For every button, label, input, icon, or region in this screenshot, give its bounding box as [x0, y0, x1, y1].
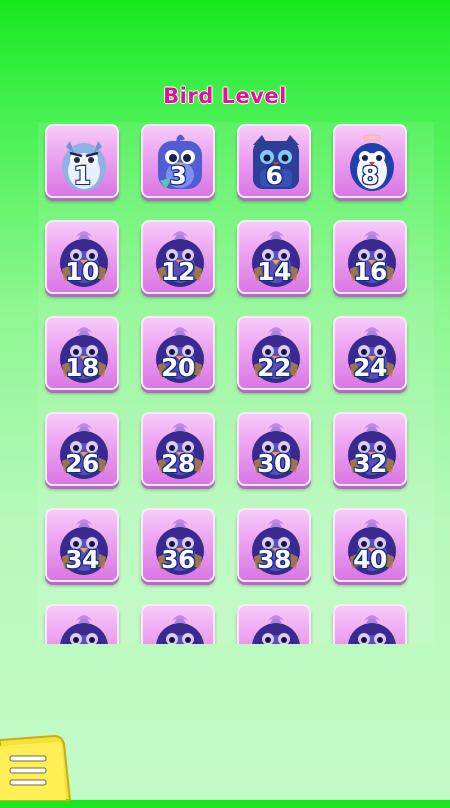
level-number: 14	[257, 257, 291, 286]
level-number: 8	[361, 161, 379, 190]
menu-button[interactable]	[0, 734, 74, 804]
level-tile[interactable]: 30	[237, 412, 311, 486]
level-tile[interactable]: 38	[237, 508, 311, 582]
level-tile[interactable]	[333, 604, 407, 644]
level-tile[interactable]: 22	[237, 316, 311, 390]
level-tile[interactable]: 32	[333, 412, 407, 486]
level-tile[interactable]: 3	[141, 124, 215, 198]
level-number: 3	[169, 161, 187, 190]
level-number: 26	[65, 449, 99, 478]
level-tile[interactable]	[45, 604, 119, 644]
level-tile[interactable]: 34	[45, 508, 119, 582]
level-tile[interactable]	[237, 604, 311, 644]
level-grid-panel[interactable]: 1 3 6 8 10 12 14 16 18 20 22 24 26 28 30…	[38, 122, 434, 644]
level-number: 22	[257, 353, 291, 382]
level-number: 36	[161, 545, 195, 574]
level-number: 32	[353, 449, 387, 478]
level-number: 40	[353, 545, 387, 574]
level-number: 10	[65, 257, 99, 286]
level-tile[interactable]: 18	[45, 316, 119, 390]
level-tile[interactable]: 16	[333, 220, 407, 294]
level-number: 24	[353, 353, 387, 382]
level-tile[interactable]: 1	[45, 124, 119, 198]
hamburger-menu-icon	[0, 734, 72, 801]
level-tile[interactable]: 12	[141, 220, 215, 294]
level-tile[interactable]: 36	[141, 508, 215, 582]
level-tile[interactable]: 10	[45, 220, 119, 294]
level-number: 34	[65, 545, 99, 574]
level-number: 6	[265, 161, 283, 190]
level-number: 16	[353, 257, 387, 286]
level-tile[interactable]: 6	[237, 124, 311, 198]
level-tile[interactable]: 14	[237, 220, 311, 294]
level-tile[interactable]	[141, 604, 215, 644]
level-tile[interactable]: 24	[333, 316, 407, 390]
level-number: 20	[161, 353, 195, 382]
level-tile[interactable]: 8	[333, 124, 407, 198]
level-number: 28	[161, 449, 195, 478]
level-number: 12	[161, 257, 195, 286]
level-number: 1	[73, 161, 91, 190]
level-number: 38	[257, 545, 291, 574]
level-number: 30	[257, 449, 291, 478]
level-grid: 1 3 6 8 10 12 14 16 18 20 22 24 26 28 30…	[45, 124, 407, 644]
level-tile[interactable]: 20	[141, 316, 215, 390]
level-tile[interactable]: 26	[45, 412, 119, 486]
level-tile[interactable]: 40	[333, 508, 407, 582]
level-tile[interactable]: 28	[141, 412, 215, 486]
page-title: Bird Level	[163, 84, 287, 108]
level-number: 18	[65, 353, 99, 382]
